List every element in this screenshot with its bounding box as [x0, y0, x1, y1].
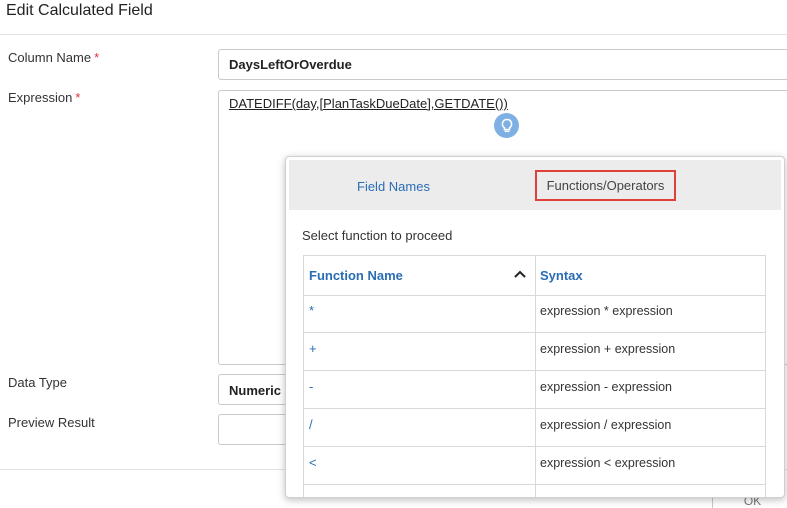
- tab-field-names[interactable]: Field Names: [357, 179, 430, 194]
- table-row[interactable]: + expression + expression: [304, 333, 765, 371]
- table-row[interactable]: < expression < expression: [304, 447, 765, 485]
- column-name-label: Column Name *: [8, 50, 99, 65]
- function-picker-popover: Field Names Functions/Operators Select f…: [285, 156, 785, 498]
- function-name-cell[interactable]: <: [309, 455, 317, 470]
- column-name-input[interactable]: DaysLeftOrOverdue: [218, 49, 787, 80]
- data-type-label: Data Type: [8, 375, 68, 390]
- expression-label-text: Expression: [8, 90, 73, 105]
- title-divider: [0, 34, 787, 35]
- syntax-cell: expression * expression: [540, 304, 673, 318]
- table-row[interactable]: * expression * expression: [304, 295, 765, 333]
- table-row[interactable]: / expression / expression: [304, 409, 765, 447]
- required-mark: *: [94, 50, 100, 65]
- expression-value: DATEDIFF(day,[PlanTaskDueDate],GETDATE()…: [229, 96, 508, 111]
- function-table: Function Name Syntax * expression * expr…: [303, 255, 766, 497]
- syntax-cell: expression + expression: [540, 342, 676, 356]
- column-header-function-name[interactable]: Function Name: [309, 268, 403, 283]
- required-mark: *: [75, 90, 81, 105]
- preview-result-label: Preview Result: [8, 415, 95, 430]
- function-name-cell[interactable]: /: [309, 417, 313, 432]
- function-name-cell[interactable]: -: [309, 379, 313, 394]
- function-name-cell[interactable]: *: [309, 303, 314, 318]
- syntax-cell: expression / expression: [540, 418, 672, 432]
- function-name-cell[interactable]: +: [309, 341, 317, 356]
- data-type-value: Numeric: [229, 383, 282, 398]
- column-header-syntax: Syntax: [540, 268, 583, 283]
- chevron-up-icon[interactable]: [512, 266, 528, 282]
- expression-label: Expression *: [8, 90, 80, 105]
- dialog-title: Edit Calculated Field: [6, 2, 153, 19]
- column-name-value: DaysLeftOrOverdue: [229, 57, 352, 72]
- table-row[interactable]: - expression - expression: [304, 371, 765, 409]
- tab-functions-operators[interactable]: Functions/Operators: [535, 170, 676, 201]
- table-row[interactable]: [304, 485, 765, 497]
- tab-strip: Field Names Functions/Operators: [289, 160, 781, 210]
- syntax-cell: expression - expression: [540, 380, 673, 394]
- column-name-label-text: Column Name: [8, 50, 92, 65]
- instruction-text: Select function to proceed: [302, 228, 453, 243]
- syntax-cell: expression < expression: [540, 456, 676, 470]
- lightbulb-icon[interactable]: [494, 113, 519, 138]
